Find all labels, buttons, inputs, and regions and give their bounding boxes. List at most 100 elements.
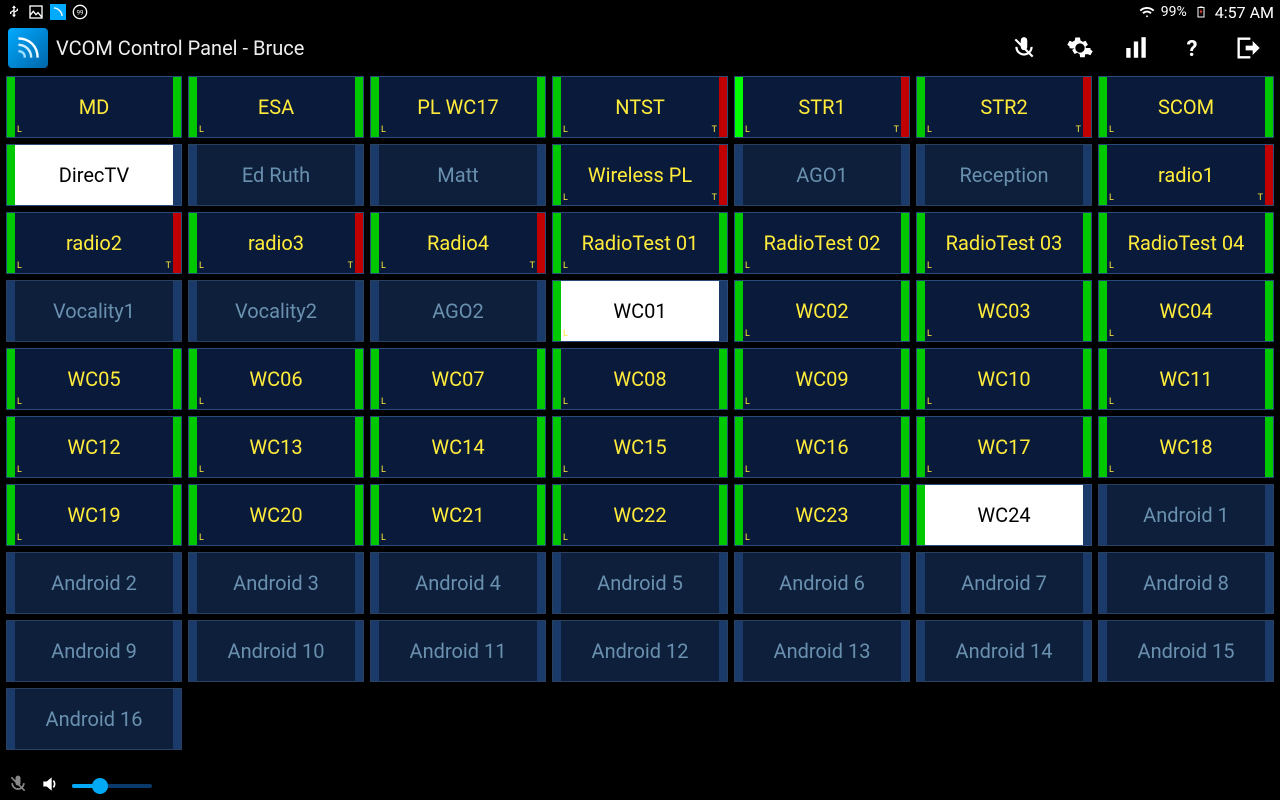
channel-button[interactable]: WC01L bbox=[552, 280, 728, 342]
channel-button[interactable]: WC16L bbox=[734, 416, 910, 478]
level-bar-right bbox=[173, 145, 181, 205]
channel-button[interactable]: DirecTV bbox=[6, 144, 182, 206]
channel-button[interactable]: NTSTLT bbox=[552, 76, 728, 138]
mic-mute-button[interactable] bbox=[1008, 32, 1040, 64]
channel-button[interactable]: radio2LT bbox=[6, 212, 182, 274]
channel-button[interactable]: radio1LT bbox=[1098, 144, 1274, 206]
channel-button[interactable]: WC24 bbox=[916, 484, 1092, 546]
channel-button[interactable]: Android 15 bbox=[1098, 620, 1274, 682]
level-bar-right bbox=[537, 553, 545, 613]
exit-button[interactable] bbox=[1232, 32, 1264, 64]
channel-label: RadioTest 01 bbox=[582, 231, 699, 255]
channel-button[interactable]: Android 13 bbox=[734, 620, 910, 682]
channel-button[interactable]: STR2LT bbox=[916, 76, 1092, 138]
channel-button[interactable]: Android 14 bbox=[916, 620, 1092, 682]
level-bar-right bbox=[1265, 485, 1273, 545]
channel-button[interactable]: Radio4LT bbox=[370, 212, 546, 274]
channel-button[interactable]: Matt bbox=[370, 144, 546, 206]
channel-button[interactable]: WC06L bbox=[188, 348, 364, 410]
channel-button[interactable]: Vocality1 bbox=[6, 280, 182, 342]
channel-button[interactable]: WC05L bbox=[6, 348, 182, 410]
volume-slider[interactable] bbox=[72, 784, 152, 788]
tag-listen: L bbox=[563, 126, 568, 135]
channel-button[interactable]: AGO2 bbox=[370, 280, 546, 342]
channel-button[interactable]: WC10L bbox=[916, 348, 1092, 410]
level-bar-right bbox=[537, 349, 545, 409]
channel-button[interactable]: WC13L bbox=[188, 416, 364, 478]
channel-button[interactable]: Android 7 bbox=[916, 552, 1092, 614]
channel-button[interactable]: Android 3 bbox=[188, 552, 364, 614]
tag-listen: L bbox=[1109, 330, 1114, 339]
channel-button[interactable]: WC20L bbox=[188, 484, 364, 546]
channel-button[interactable]: WC14L bbox=[370, 416, 546, 478]
channel-button[interactable]: Android 12 bbox=[552, 620, 728, 682]
mic-mute-icon[interactable] bbox=[8, 774, 28, 798]
level-bar-right bbox=[355, 349, 363, 409]
channel-button[interactable]: Android 5 bbox=[552, 552, 728, 614]
channel-button[interactable]: Vocality2 bbox=[188, 280, 364, 342]
channel-button[interactable]: WC04L bbox=[1098, 280, 1274, 342]
channel-button[interactable]: Android 8 bbox=[1098, 552, 1274, 614]
channel-button[interactable]: WC11L bbox=[1098, 348, 1274, 410]
channel-button[interactable]: Android 11 bbox=[370, 620, 546, 682]
speaker-icon[interactable] bbox=[40, 774, 60, 798]
channel-label: Android 9 bbox=[51, 639, 137, 663]
channel-button[interactable]: WC02L bbox=[734, 280, 910, 342]
channel-button[interactable]: RadioTest 01L bbox=[552, 212, 728, 274]
channel-button[interactable]: RadioTest 04L bbox=[1098, 212, 1274, 274]
channel-button[interactable]: WC17L bbox=[916, 416, 1092, 478]
channel-button[interactable]: Android 2 bbox=[6, 552, 182, 614]
channel-button[interactable]: Wireless PLLT bbox=[552, 144, 728, 206]
tag-talk: T bbox=[166, 262, 171, 271]
channel-button[interactable]: WC15L bbox=[552, 416, 728, 478]
channel-button[interactable]: WC03L bbox=[916, 280, 1092, 342]
channel-button[interactable]: Android 4 bbox=[370, 552, 546, 614]
level-bar-left bbox=[553, 145, 561, 205]
level-bar-right bbox=[537, 485, 545, 545]
level-bar-right bbox=[537, 621, 545, 681]
channel-label: SCOM bbox=[1158, 95, 1214, 119]
channel-button[interactable]: RadioTest 02L bbox=[734, 212, 910, 274]
level-bar-right bbox=[1083, 621, 1091, 681]
level-bar-left bbox=[1099, 553, 1107, 613]
channel-button[interactable]: WC19L bbox=[6, 484, 182, 546]
channel-button[interactable]: WC23L bbox=[734, 484, 910, 546]
channel-button[interactable]: Android 16 bbox=[6, 688, 182, 750]
channel-button[interactable]: PL WC17L bbox=[370, 76, 546, 138]
channel-button[interactable]: RadioTest 03L bbox=[916, 212, 1092, 274]
channel-button[interactable]: WC18L bbox=[1098, 416, 1274, 478]
level-bar-right bbox=[719, 281, 727, 341]
channel-label: Android 11 bbox=[410, 639, 507, 663]
channel-button[interactable]: SCOML bbox=[1098, 76, 1274, 138]
level-bar-right bbox=[537, 213, 545, 273]
level-bar-left bbox=[553, 621, 561, 681]
channel-button[interactable]: MDL bbox=[6, 76, 182, 138]
channel-button[interactable]: Android 9 bbox=[6, 620, 182, 682]
channel-button[interactable]: ESAL bbox=[188, 76, 364, 138]
settings-button[interactable] bbox=[1064, 32, 1096, 64]
help-button[interactable]: ? bbox=[1176, 32, 1208, 64]
channel-button[interactable]: radio3LT bbox=[188, 212, 364, 274]
level-bar-left bbox=[7, 281, 15, 341]
clock-time: 4:57 AM bbox=[1215, 3, 1274, 22]
level-bar-right bbox=[901, 281, 909, 341]
channel-button[interactable]: WC07L bbox=[370, 348, 546, 410]
channel-label: ESA bbox=[258, 95, 294, 119]
channel-button[interactable]: WC12L bbox=[6, 416, 182, 478]
channel-label: Android 8 bbox=[1143, 571, 1229, 595]
channel-button[interactable]: Android 6 bbox=[734, 552, 910, 614]
channel-button[interactable]: Android 1 bbox=[1098, 484, 1274, 546]
levels-button[interactable] bbox=[1120, 32, 1152, 64]
channel-button[interactable]: STR1LT bbox=[734, 76, 910, 138]
channel-button[interactable]: AGO1 bbox=[734, 144, 910, 206]
level-bar-left bbox=[735, 145, 743, 205]
channel-button[interactable]: Reception bbox=[916, 144, 1092, 206]
channel-button[interactable]: Android 10 bbox=[188, 620, 364, 682]
channel-button[interactable]: WC22L bbox=[552, 484, 728, 546]
level-bar-right bbox=[901, 349, 909, 409]
tag-listen: L bbox=[199, 534, 204, 543]
channel-button[interactable]: WC21L bbox=[370, 484, 546, 546]
channel-button[interactable]: Ed Ruth bbox=[188, 144, 364, 206]
channel-button[interactable]: WC09L bbox=[734, 348, 910, 410]
channel-button[interactable]: WC08L bbox=[552, 348, 728, 410]
